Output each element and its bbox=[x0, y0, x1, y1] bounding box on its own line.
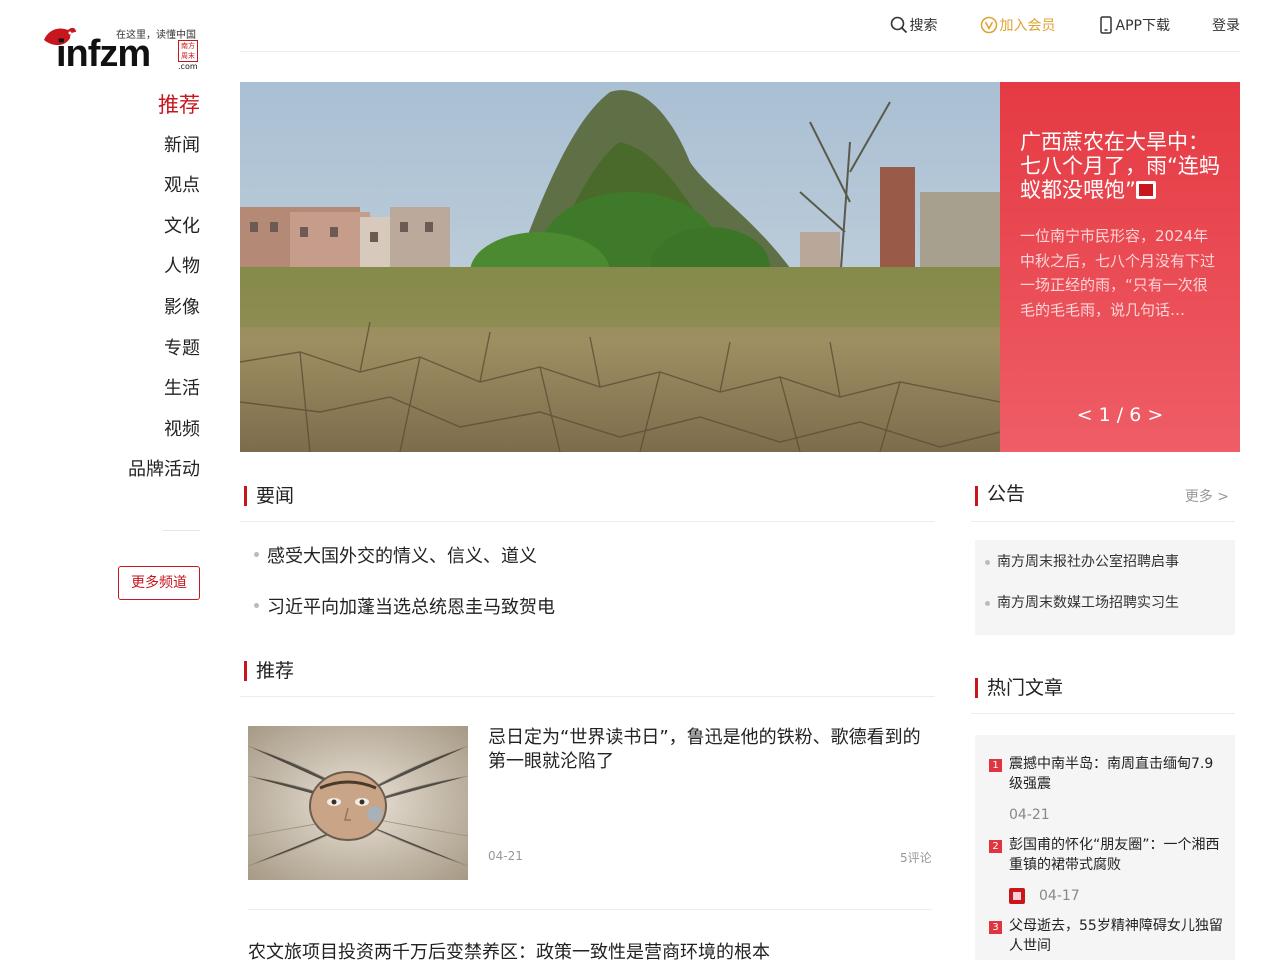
notice-header: 公告 更多 > bbox=[971, 482, 1235, 522]
hot-item-title[interactable]: 父母逝去，55岁精神障碍女儿独留人世间 bbox=[1009, 917, 1225, 956]
hot-item-title[interactable]: 震撼中南半岛：南周直击缅甸7.9级强震 bbox=[1009, 755, 1225, 794]
vip-icon bbox=[980, 16, 997, 34]
hero-title-text: 广西蔗农在大旱中：七八个月了，雨“连蚂蚁都没喂饱” bbox=[1020, 130, 1220, 202]
rank-badge: 2 bbox=[989, 840, 1002, 853]
section-marker bbox=[244, 661, 247, 681]
channel-item[interactable]: 推荐 bbox=[100, 86, 200, 127]
headline-item[interactable]: 感受大国外交的情义、信义、道义 bbox=[254, 542, 537, 568]
channel-item[interactable]: 文化 bbox=[100, 208, 200, 249]
search-icon bbox=[890, 16, 907, 34]
channel-item[interactable]: 影像 bbox=[100, 289, 200, 330]
vip-label: 加入会员 bbox=[999, 18, 1056, 34]
search-label: 搜索 bbox=[909, 18, 938, 34]
hero-title[interactable]: 广西蔗农在大旱中：七八个月了，雨“连蚂蚁都没喂饱” bbox=[1020, 130, 1220, 202]
hot-item[interactable]: 2 彭国甫的怀化“朋友圈”：一个湘西重镇的裙带式腐败 04-17 bbox=[989, 836, 1225, 905]
hot-item[interactable]: 3 父母逝去，55岁精神障碍女儿独留人世间 bbox=[989, 917, 1225, 956]
article-comments[interactable]: 5评论 bbox=[900, 849, 932, 866]
headlines-header: 要闻 bbox=[240, 482, 935, 522]
channel-item[interactable]: 品牌活动 bbox=[100, 451, 200, 492]
recommend-title: 推荐 bbox=[256, 660, 295, 682]
channel-item[interactable]: 视频 bbox=[100, 411, 200, 452]
search-link[interactable]: 搜索 bbox=[890, 15, 938, 35]
channel-item[interactable]: 生活 bbox=[100, 370, 200, 411]
section-marker bbox=[244, 486, 247, 506]
logo-wordmark: infzm bbox=[56, 33, 151, 75]
hero-panel: 广西蔗农在大旱中：七八个月了，雨“连蚂蚁都没喂饱” 一位南宁市民形容，2024年… bbox=[1000, 82, 1240, 452]
hot-item-meta: 04-21 bbox=[1009, 806, 1225, 824]
site-logo[interactable]: infzm 在这里，读懂中国 南方周末 .com bbox=[42, 22, 202, 75]
channel-item[interactable]: 人物 bbox=[100, 248, 200, 289]
article-title[interactable]: 农文旅项目投资两千万后变禁养区：政策一致性是营商环境的根本 bbox=[248, 938, 770, 960]
rank-badge: 3 bbox=[989, 921, 1002, 934]
infzm-badge-icon bbox=[1009, 888, 1025, 904]
channel-item[interactable]: 专题 bbox=[100, 330, 200, 371]
hero-pager[interactable]: < 1 / 6 > bbox=[1000, 404, 1240, 426]
hot-item-date: 04-17 bbox=[1039, 888, 1080, 904]
hot-header: 热门文章 bbox=[971, 674, 1235, 714]
more-channels-button[interactable]: 更多频道 bbox=[118, 566, 200, 600]
notice-title: 公告 bbox=[987, 483, 1026, 505]
hot-item-meta: 04-17 bbox=[1009, 887, 1225, 905]
hot-item-title[interactable]: 彭国甫的怀化“朋友圈”：一个湘西重镇的裙带式腐败 bbox=[1009, 836, 1225, 875]
notice-more-link[interactable]: 更多 > bbox=[1185, 486, 1229, 506]
nav-divider bbox=[163, 530, 200, 531]
channel-nav: 推荐 新闻 观点 文化 人物 影像 专题 生活 视频 品牌活动 bbox=[100, 86, 200, 492]
notice-item[interactable]: 南方周末报社办公室招聘启事 bbox=[985, 552, 1235, 593]
headline-text: 习近平向加蓬当选总统恩圭马致贺电 bbox=[267, 597, 555, 618]
login-link[interactable]: 登录 bbox=[1212, 15, 1240, 35]
recommend-header: 推荐 bbox=[240, 657, 935, 697]
article-divider bbox=[248, 909, 932, 910]
hero-photo bbox=[240, 82, 1000, 452]
top-bar: 搜索 加入会员 APP下载 登录 bbox=[240, 0, 1240, 52]
headline-text: 感受大国外交的情义、信义、道义 bbox=[267, 546, 537, 567]
hot-title: 热门文章 bbox=[987, 677, 1064, 699]
notice-item[interactable]: 南方周末数媒工场招聘实习生 bbox=[985, 593, 1235, 634]
vip-link[interactable]: 加入会员 bbox=[980, 15, 1056, 35]
headline-item[interactable]: 习近平向加蓬当选总统恩圭马致贺电 bbox=[254, 593, 555, 619]
channel-item[interactable]: 观点 bbox=[100, 167, 200, 208]
notice-list: 南方周末报社办公室招聘启事 南方周末数媒工场招聘实习生 bbox=[975, 540, 1235, 635]
hero-image[interactable] bbox=[240, 82, 1000, 452]
rank-badge: 1 bbox=[989, 759, 1002, 772]
section-marker bbox=[975, 486, 978, 506]
headlines-title: 要闻 bbox=[256, 485, 295, 507]
login-label: 登录 bbox=[1212, 18, 1240, 34]
app-download-link[interactable]: APP下载 bbox=[1098, 15, 1170, 35]
top-nav: 搜索 加入会员 APP下载 登录 bbox=[848, 15, 1240, 35]
logo-domain-suffix: .com bbox=[178, 62, 198, 71]
app-download-label: APP下载 bbox=[1115, 18, 1170, 34]
hot-item-date: 04-21 bbox=[1009, 807, 1050, 823]
phone-icon bbox=[1099, 16, 1112, 34]
article-title[interactable]: 忌日定为“世界读书日”，鲁迅是他的铁粉、歌德看到的第一眼就沦陷了 bbox=[488, 726, 934, 774]
hot-list: 1 震撼中南半岛：南周直击缅甸7.9级强震 04-21 2 彭国甫的怀化“朋友圈… bbox=[975, 735, 1235, 960]
infzm-badge-icon bbox=[1135, 181, 1156, 199]
article-date: 04-21 bbox=[488, 849, 523, 863]
channel-item[interactable]: 新闻 bbox=[100, 127, 200, 168]
section-marker bbox=[975, 678, 978, 698]
hero-pager-text[interactable]: < 1 / 6 > bbox=[1077, 404, 1164, 426]
book-photo bbox=[248, 726, 468, 880]
hero-summary: 一位南宁市民形容，2024年中秋之后，七八个月没有下过一场正经的雨，“只有一次很… bbox=[1020, 227, 1216, 319]
logo-slogan: 在这里，读懂中国 bbox=[116, 30, 196, 41]
logo-seal: 南方周末 bbox=[178, 40, 198, 62]
article-thumbnail[interactable] bbox=[248, 726, 468, 880]
hot-item[interactable]: 1 震撼中南半岛：南周直击缅甸7.9级强震 04-21 bbox=[989, 755, 1225, 824]
